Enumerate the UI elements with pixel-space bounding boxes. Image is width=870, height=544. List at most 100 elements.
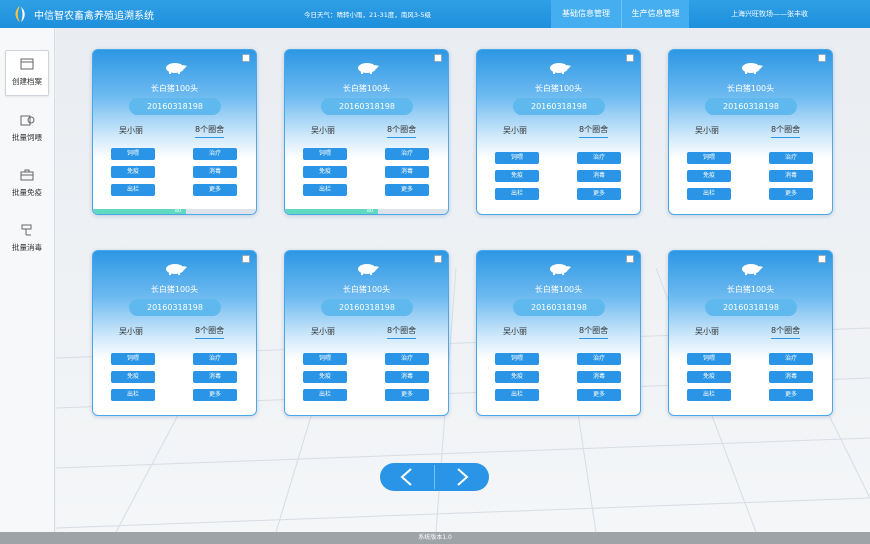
pig-group-card[interactable]: 长白猪100头 20160318198 吴小丽 8个圈舍 饲喂 治疗 免疫 消毒…	[668, 250, 833, 416]
tab-basic-info[interactable]: 基础信息管理	[551, 0, 621, 28]
more-button[interactable]: 更多	[769, 389, 813, 401]
card-checkbox[interactable]	[626, 255, 634, 263]
more-button[interactable]: 更多	[193, 389, 237, 401]
pen-count: 8个圈舍	[579, 325, 609, 339]
keeper-name: 吴小丽	[311, 126, 335, 135]
keeper-name: 吴小丽	[119, 126, 143, 135]
feed-button[interactable]: 饲喂	[495, 353, 539, 365]
out-button[interactable]: 出栏	[303, 389, 347, 401]
pig-group-card[interactable]: 长白猪100头 20160318198 吴小丽 8个圈舍 饲喂 治疗 免疫 消毒…	[476, 49, 641, 215]
sidebar-item-create-record[interactable]: 创建档案	[5, 50, 49, 96]
progress-bar: 80	[285, 208, 448, 214]
more-button[interactable]: 更多	[769, 188, 813, 200]
immunize-button[interactable]: 免疫	[111, 371, 155, 383]
out-button[interactable]: 出栏	[303, 184, 347, 196]
tab-production-info[interactable]: 生产信息管理	[621, 0, 689, 28]
sidebar-item-batch-disinfect[interactable]: 批量消毒	[5, 217, 49, 263]
card-checkbox[interactable]	[242, 255, 250, 263]
card-checkbox[interactable]	[626, 54, 634, 62]
card-checkbox[interactable]	[434, 255, 442, 263]
treat-button[interactable]: 治疗	[577, 353, 621, 365]
out-button[interactable]: 出栏	[111, 184, 155, 196]
weather-text: 今日天气：晴转小雨，21-31度，南风3-5级	[304, 11, 432, 19]
pen-count: 8个圈舍	[195, 325, 225, 339]
out-button[interactable]: 出栏	[687, 389, 731, 401]
card-checkbox[interactable]	[818, 54, 826, 62]
pen-count: 8个圈舍	[771, 325, 801, 339]
pig-icon	[166, 63, 187, 74]
disinfect-button[interactable]: 消毒	[769, 371, 813, 383]
disinfect-button[interactable]: 消毒	[193, 166, 237, 178]
immunize-button[interactable]: 免疫	[687, 170, 731, 182]
batch-id: 20160318198	[129, 98, 221, 115]
disinfect-button[interactable]: 消毒	[577, 371, 621, 383]
out-button[interactable]: 出栏	[495, 389, 539, 401]
pig-group-card[interactable]: 长白猪100头 20160318198 吴小丽 8个圈舍 饲喂 治疗 免疫 消毒…	[92, 250, 257, 416]
out-button[interactable]: 出栏	[495, 188, 539, 200]
out-button[interactable]: 出栏	[687, 188, 731, 200]
pig-icon	[166, 264, 187, 275]
keeper-name: 吴小丽	[503, 327, 527, 336]
feed-button[interactable]: 饲喂	[303, 353, 347, 365]
card-checkbox[interactable]	[818, 255, 826, 263]
breed-label: 长白猪100头	[726, 285, 775, 294]
treat-button[interactable]: 治疗	[193, 148, 237, 160]
pig-group-card[interactable]: 长白猪100头 20160318198 吴小丽 8个圈舍 饲喂 治疗 免疫 消毒…	[284, 250, 449, 416]
breed-label: 长白猪100头	[534, 285, 583, 294]
disinfect-button[interactable]: 消毒	[769, 170, 813, 182]
more-button[interactable]: 更多	[385, 389, 429, 401]
breed-label: 长白猪100头	[150, 285, 199, 294]
immunize-button[interactable]: 免疫	[303, 166, 347, 178]
sidebar-item-batch-feed[interactable]: 批量饲喂	[5, 107, 49, 153]
pager	[380, 463, 489, 491]
pig-group-card[interactable]: 长白猪100头 20160318198 吴小丽 8个圈舍 饲喂 治疗 免疫 消毒…	[668, 49, 833, 215]
pen-count: 8个圈舍	[771, 124, 801, 138]
feed-button[interactable]: 饲喂	[111, 353, 155, 365]
more-button[interactable]: 更多	[385, 184, 429, 196]
feed-button[interactable]: 饲喂	[303, 148, 347, 160]
feed-button[interactable]: 饲喂	[111, 148, 155, 160]
pig-group-card[interactable]: 长白猪100头 20160318198 吴小丽 8个圈舍 饲喂 治疗 免疫 消毒…	[284, 49, 449, 215]
disinfect-button[interactable]: 消毒	[193, 371, 237, 383]
disinfect-button[interactable]: 消毒	[385, 166, 429, 178]
immunize-button[interactable]: 免疫	[303, 371, 347, 383]
feed-button[interactable]: 饲喂	[687, 353, 731, 365]
chevron-left-icon	[400, 468, 412, 486]
card-checkbox[interactable]	[242, 54, 250, 62]
disinfect-button[interactable]: 消毒	[385, 371, 429, 383]
immunize-button[interactable]: 免疫	[495, 170, 539, 182]
user-info: 上海兴旺牧场——张丰收	[731, 10, 808, 18]
prev-page-button[interactable]	[380, 463, 434, 491]
footer-version: 系统版本1.0	[0, 532, 870, 544]
more-button[interactable]: 更多	[577, 389, 621, 401]
feed-button[interactable]: 饲喂	[687, 152, 731, 164]
immunize-button[interactable]: 免疫	[495, 371, 539, 383]
treat-button[interactable]: 治疗	[769, 152, 813, 164]
pig-group-card[interactable]: 长白猪100头 20160318198 吴小丽 8个圈舍 饲喂 治疗 免疫 消毒…	[92, 49, 257, 215]
pig-icon	[742, 63, 763, 74]
treat-button[interactable]: 治疗	[193, 353, 237, 365]
more-button[interactable]: 更多	[577, 188, 621, 200]
pen-count: 8个圈舍	[387, 325, 417, 339]
progress-label: 80	[175, 208, 182, 214]
more-button[interactable]: 更多	[193, 184, 237, 196]
treat-button[interactable]: 治疗	[385, 148, 429, 160]
out-button[interactable]: 出栏	[111, 389, 155, 401]
treat-button[interactable]: 治疗	[769, 353, 813, 365]
treat-button[interactable]: 治疗	[385, 353, 429, 365]
briefcase-icon	[20, 169, 34, 181]
sidebar-item-batch-immunize[interactable]: 批量免疫	[5, 162, 49, 208]
immunize-button[interactable]: 免疫	[687, 371, 731, 383]
feed-button[interactable]: 饲喂	[495, 152, 539, 164]
pig-icon	[742, 264, 763, 275]
batch-id: 20160318198	[705, 98, 797, 115]
pig-group-card[interactable]: 长白猪100头 20160318198 吴小丽 8个圈舍 饲喂 治疗 免疫 消毒…	[476, 250, 641, 416]
treat-button[interactable]: 治疗	[577, 152, 621, 164]
next-page-button[interactable]	[435, 463, 489, 491]
card-checkbox[interactable]	[434, 54, 442, 62]
spray-icon	[21, 224, 32, 236]
breed-label: 长白猪100头	[534, 84, 583, 93]
disinfect-button[interactable]: 消毒	[577, 170, 621, 182]
keeper-name: 吴小丽	[311, 327, 335, 336]
immunize-button[interactable]: 免疫	[111, 166, 155, 178]
